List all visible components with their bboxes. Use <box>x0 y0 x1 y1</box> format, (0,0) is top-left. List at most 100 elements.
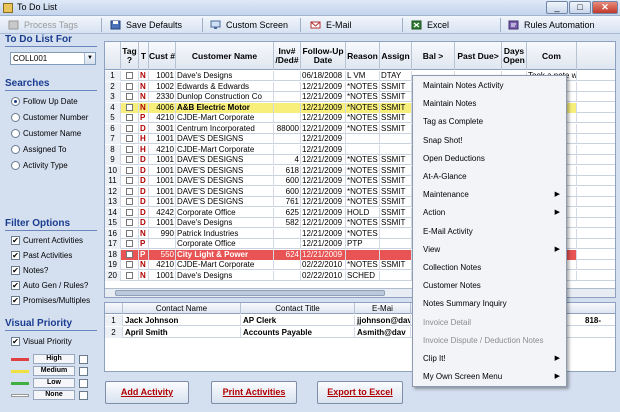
tag-checkbox[interactable] <box>126 250 133 258</box>
table-cell[interactable] <box>121 176 139 186</box>
priority-checkbox[interactable] <box>79 379 88 388</box>
context-menu-item[interactable]: View ▶ <box>413 241 566 259</box>
search-option[interactable]: Customer Number <box>11 112 88 123</box>
context-menu-item[interactable]: At-A-Glance <box>413 168 566 186</box>
context-menu-item[interactable]: Collection Notes <box>413 259 566 277</box>
add-activity-button[interactable]: Add Activity <box>105 381 189 404</box>
column-header[interactable]: Cust # <box>149 42 176 70</box>
column-header[interactable]: Contact Title <box>241 303 355 314</box>
filter-checkbox[interactable]: ✔ <box>11 251 20 260</box>
maximize-button[interactable]: □ <box>569 1 591 14</box>
search-option[interactable]: Assigned To <box>11 144 66 155</box>
tag-checkbox[interactable] <box>126 145 133 153</box>
table-cell[interactable] <box>121 197 139 207</box>
tag-checkbox[interactable] <box>126 135 133 142</box>
table-cell[interactable] <box>121 218 139 228</box>
table-cell[interactable] <box>121 207 139 218</box>
table-cell[interactable] <box>121 239 139 249</box>
priority-checkbox[interactable] <box>79 367 88 376</box>
context-menu-item[interactable]: Maintenance ▶ <box>413 186 566 204</box>
custom-screen-button[interactable]: Custom Screen <box>210 18 288 32</box>
search-option[interactable]: Activity Type <box>11 160 68 171</box>
save-defaults-button[interactable]: Save Defaults <box>110 18 182 32</box>
column-header[interactable]: Reason <box>346 42 380 70</box>
context-menu-item[interactable]: E-Mail Activity <box>413 223 566 241</box>
column-header[interactable] <box>105 42 121 70</box>
filter-checkbox[interactable]: ✔ <box>11 236 20 245</box>
search-radio[interactable] <box>11 113 20 122</box>
filter-checkbox[interactable]: ✔ <box>11 296 20 305</box>
table-cell[interactable] <box>121 260 139 270</box>
column-header[interactable]: Tag ? <box>121 42 139 70</box>
table-cell[interactable] <box>121 92 139 102</box>
context-menu-item[interactable]: Maintain Notes <box>413 95 566 113</box>
column-header[interactable]: Bal > <box>412 42 455 70</box>
tag-checkbox[interactable] <box>126 219 133 226</box>
tag-checkbox[interactable] <box>126 114 133 121</box>
column-header[interactable]: E-Mai <box>355 303 411 314</box>
context-menu-item[interactable]: Tag as Complete <box>413 113 566 131</box>
search-option[interactable]: Follow Up Date <box>11 96 78 107</box>
context-menu-item[interactable]: My Own Screen Menu ▶ <box>413 368 566 386</box>
tag-checkbox[interactable] <box>126 72 133 79</box>
close-button[interactable]: ✕ <box>592 1 618 14</box>
table-cell[interactable] <box>121 123 139 134</box>
tag-checkbox[interactable] <box>126 177 133 184</box>
filter-checkbox[interactable]: ✔ <box>11 281 20 290</box>
context-menu-item[interactable]: Open Deductions <box>413 150 566 168</box>
tag-checkbox[interactable] <box>126 156 133 163</box>
tag-checkbox[interactable] <box>126 229 133 237</box>
column-header[interactable]: T <box>139 42 149 70</box>
context-menu-item[interactable]: Clip It! ▶ <box>413 350 566 368</box>
tag-checkbox[interactable] <box>126 124 133 132</box>
table-cell[interactable] <box>121 228 139 239</box>
export-excel-button[interactable]: Export to Excel <box>317 381 403 404</box>
search-radio[interactable] <box>11 161 20 170</box>
table-cell[interactable] <box>121 71 139 81</box>
visual-priority-checkbox[interactable]: ✔ <box>11 337 20 346</box>
tag-checkbox[interactable] <box>126 208 133 216</box>
column-header[interactable]: Inv# /Ded# <box>274 42 301 70</box>
tag-checkbox[interactable] <box>126 271 133 279</box>
rules-automation-button[interactable]: Rules Automation <box>508 18 595 32</box>
filter-option[interactable]: ✔ Past Activities <box>11 250 72 261</box>
column-header[interactable]: Past Due> <box>455 42 502 70</box>
search-radio[interactable] <box>11 97 20 106</box>
filter-option[interactable]: ✔ Auto Gen / Rules? <box>11 280 88 291</box>
visual-priority-toggle[interactable]: ✔ Visual Priority <box>11 336 72 347</box>
column-header[interactable]: Assign <box>380 42 412 70</box>
context-menu-item[interactable]: Customer Notes <box>413 277 566 295</box>
column-header[interactable]: Follow-Up Date <box>301 42 346 70</box>
tag-checkbox[interactable] <box>126 261 133 268</box>
priority-checkbox[interactable] <box>79 391 88 400</box>
filter-option[interactable]: ✔ Promises/Multiples <box>11 295 90 306</box>
table-cell[interactable] <box>121 249 139 260</box>
search-option[interactable]: Customer Name <box>11 128 81 139</box>
context-menu-item[interactable]: Notes Summary Inquiry <box>413 295 566 313</box>
table-cell[interactable] <box>121 144 139 155</box>
tag-checkbox[interactable] <box>126 198 133 205</box>
tag-checkbox[interactable] <box>126 187 133 195</box>
filter-option[interactable]: ✔ Notes? <box>11 265 48 276</box>
tag-checkbox[interactable] <box>126 82 133 90</box>
context-menu-item[interactable]: Action ▶ <box>413 204 566 222</box>
filter-checkbox[interactable]: ✔ <box>11 266 20 275</box>
table-cell[interactable] <box>121 270 139 281</box>
table-cell[interactable] <box>121 102 139 113</box>
table-cell[interactable] <box>121 186 139 197</box>
email-button[interactable]: E-Mail <box>310 18 352 32</box>
priority-checkbox[interactable] <box>79 355 88 364</box>
filter-option[interactable]: ✔ Current Activities <box>11 235 83 246</box>
tag-checkbox[interactable] <box>126 166 133 174</box>
table-cell[interactable] <box>121 155 139 165</box>
context-menu-item[interactable]: Snap Shot! <box>413 132 566 150</box>
tag-checkbox[interactable] <box>126 103 133 111</box>
tag-checkbox[interactable] <box>126 240 133 247</box>
search-radio[interactable] <box>11 145 20 154</box>
column-header[interactable]: Contact Name <box>123 303 241 314</box>
process-tags-button[interactable]: Process Tags <box>8 18 78 32</box>
scrollbar-thumb[interactable] <box>115 290 385 296</box>
column-header[interactable]: Days Open <box>502 42 527 70</box>
minimize-button[interactable]: _ <box>546 1 568 14</box>
excel-button[interactable]: Excel <box>411 18 449 32</box>
